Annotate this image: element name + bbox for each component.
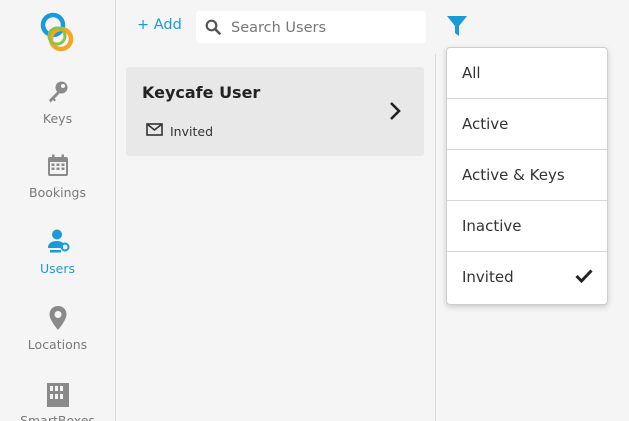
search-box[interactable] (196, 11, 426, 43)
user-status: Invited (170, 124, 214, 139)
search-input[interactable] (229, 15, 423, 41)
sidebar-item-label: Keys (42, 111, 73, 126)
mail-icon (146, 123, 163, 136)
filter-option-active-and-keys[interactable]: Active & Keys (447, 150, 607, 201)
user-list-panel: Keycafe User Invited (116, 54, 436, 421)
filter-option-label: Active & Keys (462, 166, 565, 184)
filter-option-label: Invited (462, 268, 514, 286)
user-list-item[interactable]: Keycafe User Invited (126, 67, 424, 156)
filter-option-label: Active (462, 115, 509, 133)
search-icon (205, 19, 221, 35)
sidebar-item-label: Locations (27, 337, 88, 352)
checkmark-icon (575, 269, 593, 283)
add-user-button[interactable]: + Add (137, 17, 182, 33)
header-bar: + Add (116, 0, 629, 54)
filter-option-label: All (462, 64, 481, 82)
sidebar-item-keys[interactable]: Keys (0, 79, 115, 126)
sidebar-item-smartboxes[interactable]: SmartBoxes (0, 381, 115, 421)
smartbox-icon (46, 383, 69, 407)
filter-option-label: Inactive (462, 217, 522, 235)
sidebar-item-label: SmartBoxes (20, 413, 95, 421)
filter-icon[interactable] (446, 15, 468, 37)
sidebar-item-label: Users (39, 261, 75, 276)
filter-option-all[interactable]: All (447, 48, 607, 99)
users-icon (47, 229, 69, 253)
sidebar-item-users[interactable]: Users (0, 229, 115, 276)
calendar-icon (47, 154, 68, 176)
filter-option-invited[interactable]: Invited (447, 252, 607, 304)
keycafe-logo[interactable] (38, 10, 78, 54)
sidebar: Keys Bookings Users Locations SmartBoxes (0, 0, 116, 421)
map-pin-icon (49, 306, 66, 330)
filter-dropdown-menu: All Active Active & Keys Inactive Invite… (446, 47, 608, 305)
chevron-right-icon[interactable] (388, 101, 402, 121)
sidebar-item-bookings[interactable]: Bookings (0, 153, 115, 200)
sidebar-item-label: Bookings (29, 185, 86, 200)
filter-option-inactive[interactable]: Inactive (447, 201, 607, 252)
sidebar-item-locations[interactable]: Locations (0, 305, 115, 352)
filter-option-active[interactable]: Active (447, 99, 607, 150)
user-name: Keycafe User (142, 83, 261, 102)
key-icon (48, 81, 67, 103)
